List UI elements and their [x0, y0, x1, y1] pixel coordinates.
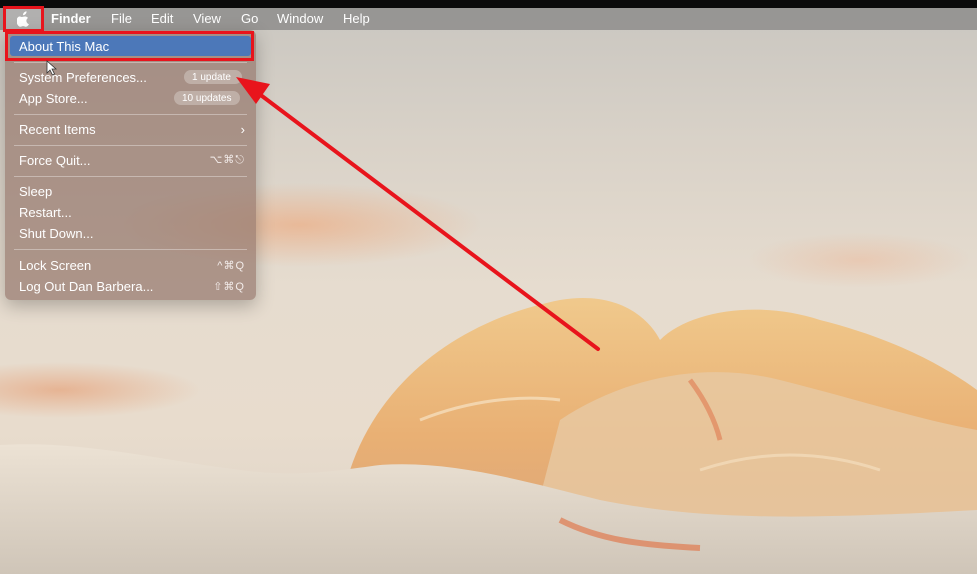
- menu-file[interactable]: File: [111, 11, 132, 26]
- menu-item-label: Restart...: [19, 204, 72, 220]
- apple-menu-highlight-box: [3, 6, 44, 32]
- menu-separator: [14, 145, 247, 146]
- keyboard-shortcut: ⇧⌘Q: [213, 280, 245, 293]
- menu-item-log-out[interactable]: Log Out Dan Barbera... ⇧⌘Q: [10, 276, 251, 296]
- menu-separator: [14, 249, 247, 250]
- menu-item-app-store[interactable]: App Store... 10 updates: [10, 88, 251, 108]
- menu-item-label: Recent Items: [19, 121, 96, 137]
- keyboard-shortcut: ^⌘Q: [217, 259, 245, 272]
- menu-item-label: Log Out Dan Barbera...: [19, 278, 154, 294]
- menu-item-label: Force Quit...: [19, 152, 91, 168]
- menu-item-shut-down[interactable]: Shut Down...: [10, 223, 251, 243]
- menu-separator: [14, 114, 247, 115]
- menu-separator: [14, 176, 247, 177]
- menu-item-sleep[interactable]: Sleep: [10, 181, 251, 201]
- keyboard-shortcut: ⌥⌘⎋: [209, 154, 245, 166]
- menu-item-label: System Preferences...: [19, 69, 147, 85]
- menu-item-lock-screen[interactable]: Lock Screen ^⌘Q: [10, 255, 251, 275]
- menu-item-recent-items[interactable]: Recent Items ›: [10, 119, 251, 139]
- menu-edit[interactable]: Edit: [151, 11, 173, 26]
- menu-window[interactable]: Window: [277, 11, 323, 26]
- menu-finder[interactable]: Finder: [51, 11, 91, 26]
- menu-item-label: App Store...: [19, 90, 88, 106]
- about-this-mac-highlight-box: [5, 31, 254, 61]
- apple-menu-dropdown: About This Mac System Preferences... 1 u…: [5, 30, 256, 300]
- menu-item-label: Shut Down...: [19, 225, 94, 241]
- mouse-cursor-icon: [46, 60, 58, 76]
- menu-item-restart[interactable]: Restart...: [10, 202, 251, 222]
- menu-item-label: Sleep: [19, 183, 53, 199]
- menu-go[interactable]: Go: [241, 11, 258, 26]
- menu-help[interactable]: Help: [343, 11, 370, 26]
- update-badge: 1 update: [184, 70, 242, 84]
- menu-item-label: Lock Screen: [19, 257, 92, 273]
- update-badge: 10 updates: [174, 91, 240, 105]
- menu-view[interactable]: View: [193, 11, 221, 26]
- menu-item-force-quit[interactable]: Force Quit... ⌥⌘⎋: [10, 150, 251, 170]
- screen-top-edge: [0, 0, 977, 8]
- menu-bar: Finder File Edit View Go Window Help: [0, 8, 977, 30]
- chevron-right-icon: ›: [240, 121, 245, 137]
